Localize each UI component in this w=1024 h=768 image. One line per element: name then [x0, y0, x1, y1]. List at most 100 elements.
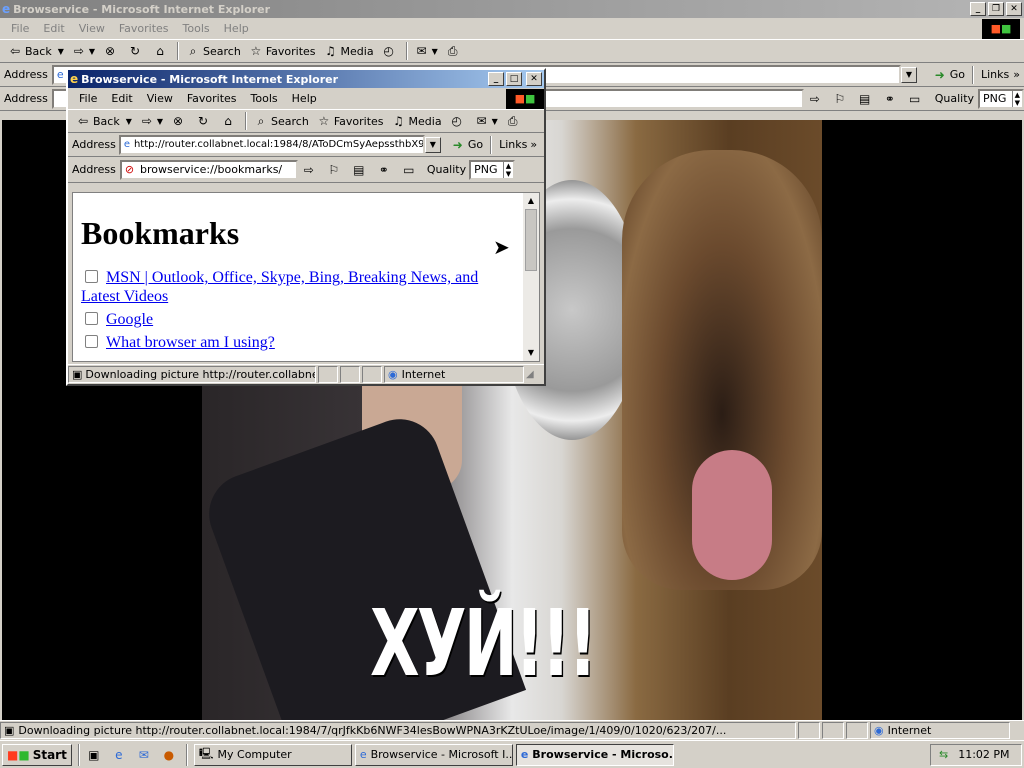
back-button[interactable]: ⇦ Back ▼ [72, 114, 136, 128]
menu-help[interactable]: Help [285, 92, 324, 105]
menu-favorites[interactable]: Favorites [180, 92, 244, 105]
bookmark-checkbox[interactable] [85, 270, 98, 283]
refresh-button[interactable]: ↻ [124, 44, 149, 58]
menu-file[interactable]: File [4, 22, 36, 35]
bookmark-checkbox[interactable] [85, 312, 98, 325]
quality-select[interactable]: PNG ▲ ▼ [978, 88, 1024, 109]
menu-view[interactable]: View [72, 22, 112, 35]
quality-select[interactable]: PNG ▲ ▼ [469, 159, 516, 180]
home-button[interactable]: ⌂ [217, 114, 242, 128]
back-button[interactable]: ⇦ Back ▼ [4, 44, 68, 58]
start-button[interactable]: ■■ Start [2, 743, 72, 766]
mail-button[interactable]: ✉ ▼ [411, 44, 442, 58]
stop-button[interactable]: ⊗ [167, 114, 192, 128]
toolbar-separator [177, 42, 180, 60]
minimize-button[interactable]: _ [488, 72, 504, 86]
address-field[interactable]: e http://router.collabnet.local:1984/8/AT… [118, 134, 425, 155]
show-desktop-icon[interactable]: ▣ [83, 748, 108, 762]
address-dropdown-button[interactable]: ▼ [424, 136, 441, 153]
menu-edit[interactable]: Edit [104, 92, 139, 105]
bookmarks-list-button[interactable]: ▤ [854, 92, 879, 106]
computer-icon: 🖳 [198, 747, 214, 760]
page-icon: e [123, 139, 130, 150]
go-button[interactable]: ➜ Go [447, 138, 487, 152]
toolbar-separator [405, 42, 408, 60]
navigate-button[interactable]: ⇨ [298, 163, 323, 177]
bookmark-link-msn[interactable]: MSN | Outlook, Office, Skype, Bing, Brea… [81, 269, 478, 305]
scroll-up-button[interactable]: ▲ [523, 193, 539, 209]
address-dropdown-button[interactable]: ▼ [901, 66, 917, 83]
refresh-button[interactable]: ↻ [192, 114, 217, 128]
clipboard-button[interactable]: ▭ [904, 92, 929, 106]
bookmark-link-browser-check[interactable]: What browser am I using? [106, 334, 275, 351]
outer-statusbar: ▣ Downloading picture http://router.colla… [0, 720, 1024, 740]
bookmark-link-google[interactable]: Google [106, 311, 153, 328]
favorites-button[interactable]: ☆ Favorites [245, 44, 320, 58]
favorites-button[interactable]: ☆ Favorites [313, 114, 388, 128]
find-button[interactable]: ⚭ [879, 92, 904, 106]
navigate-button[interactable]: ⇨ [804, 92, 829, 106]
history-button[interactable]: ◴ [378, 44, 403, 58]
resize-grip-icon[interactable]: ◢ [526, 369, 534, 380]
find-button[interactable]: ⚭ [373, 163, 398, 177]
inner-titlebar[interactable]: e Browservice - Microsoft Internet Explo… [68, 70, 544, 88]
task-browservice-inner[interactable]: e Browservice - Microso... [515, 743, 674, 766]
menu-help[interactable]: Help [217, 22, 256, 35]
menu-favorites[interactable]: Favorites [112, 22, 176, 35]
home-button[interactable]: ⌂ [149, 44, 174, 58]
menu-edit[interactable]: Edit [36, 22, 71, 35]
clock[interactable]: 11:02 PM [958, 748, 1009, 761]
search-button[interactable]: ⌕ Search [250, 114, 313, 128]
bookmark-button[interactable]: ⚐ [323, 163, 348, 177]
mail-button[interactable]: ✉ ▼ [471, 114, 502, 128]
media-button[interactable]: ♫ Media [388, 114, 446, 128]
inner-page-viewport[interactable]: Bookmarks MSN | Outlook, Office, Skype, … [72, 192, 540, 362]
print-button[interactable]: ⎙ [502, 114, 527, 128]
ie-quicklaunch-icon[interactable]: e [108, 748, 133, 762]
forward-button[interactable]: ⇨ ▼ [68, 44, 99, 58]
close-button[interactable]: ✕ [526, 72, 542, 86]
minimize-button[interactable]: _ [970, 2, 986, 16]
ie-icon: e [520, 748, 529, 761]
network-icon[interactable]: ⇆ [939, 748, 948, 761]
search-button[interactable]: ⌕ Search [182, 44, 245, 58]
forward-arrow-icon: ⇨ [141, 114, 152, 128]
maximize-button[interactable]: □ [506, 72, 522, 86]
inner-address-bar: Address e http://router.collabnet.local:1… [68, 133, 544, 157]
restore-button[interactable]: ❐ [988, 2, 1004, 16]
task-my-computer[interactable]: 🖳 My Computer [193, 743, 352, 766]
windows-logo-icon: ■ ■ [982, 18, 1020, 39]
menu-view[interactable]: View [140, 92, 180, 105]
browservice-address-field[interactable]: ⊘ browservice://bookmarks/ [119, 159, 298, 180]
bookmark-checkbox[interactable] [85, 335, 98, 348]
links-button[interactable]: Links» [977, 68, 1024, 81]
history-button[interactable]: ◴ [446, 114, 471, 128]
task-browservice-outer[interactable]: e Browservice - Microsoft I... [354, 743, 513, 766]
outlook-quicklaunch-icon[interactable]: ✉ [133, 748, 158, 762]
menu-tools[interactable]: Tools [244, 92, 285, 105]
scroll-thumb[interactable] [525, 209, 537, 271]
mail-icon: ✉ [416, 44, 427, 58]
media-quicklaunch-icon[interactable]: ● [158, 748, 183, 762]
page-title: Bookmarks [81, 215, 240, 251]
taskbar: ■■ Start ▣ e ✉ ● 🖳 My Computer e Browservic… [0, 740, 1024, 768]
windows-logo-icon: ■ ■ [506, 88, 544, 109]
go-button[interactable]: ➜ Go [929, 68, 969, 82]
media-icon: ♫ [393, 114, 404, 128]
media-button[interactable]: ♫ Media [320, 44, 378, 58]
menu-tools[interactable]: Tools [176, 22, 217, 35]
outer-titlebar[interactable]: e Browservice - Microsoft Internet Explo… [0, 0, 1024, 18]
menu-file[interactable]: File [72, 92, 104, 105]
stop-button[interactable]: ⊗ [99, 44, 124, 58]
bookmark-button[interactable]: ⚐ [829, 92, 854, 106]
links-button[interactable]: Links» [495, 138, 541, 151]
clipboard-button[interactable]: ▭ [398, 163, 423, 177]
close-button[interactable]: ✕ [1006, 2, 1022, 16]
vertical-scrollbar[interactable]: ▲ ▼ [523, 193, 539, 361]
bookmarks-list-button[interactable]: ▤ [348, 163, 373, 177]
no-page-icon: ⊘ [124, 163, 135, 176]
print-button[interactable]: ⎙ [442, 44, 467, 58]
forward-button[interactable]: ⇨ ▼ [136, 114, 167, 128]
scroll-down-button[interactable]: ▼ [523, 345, 539, 361]
bookmark-item: MSN | Outlook, Office, Skype, Bing, Brea… [81, 268, 517, 306]
